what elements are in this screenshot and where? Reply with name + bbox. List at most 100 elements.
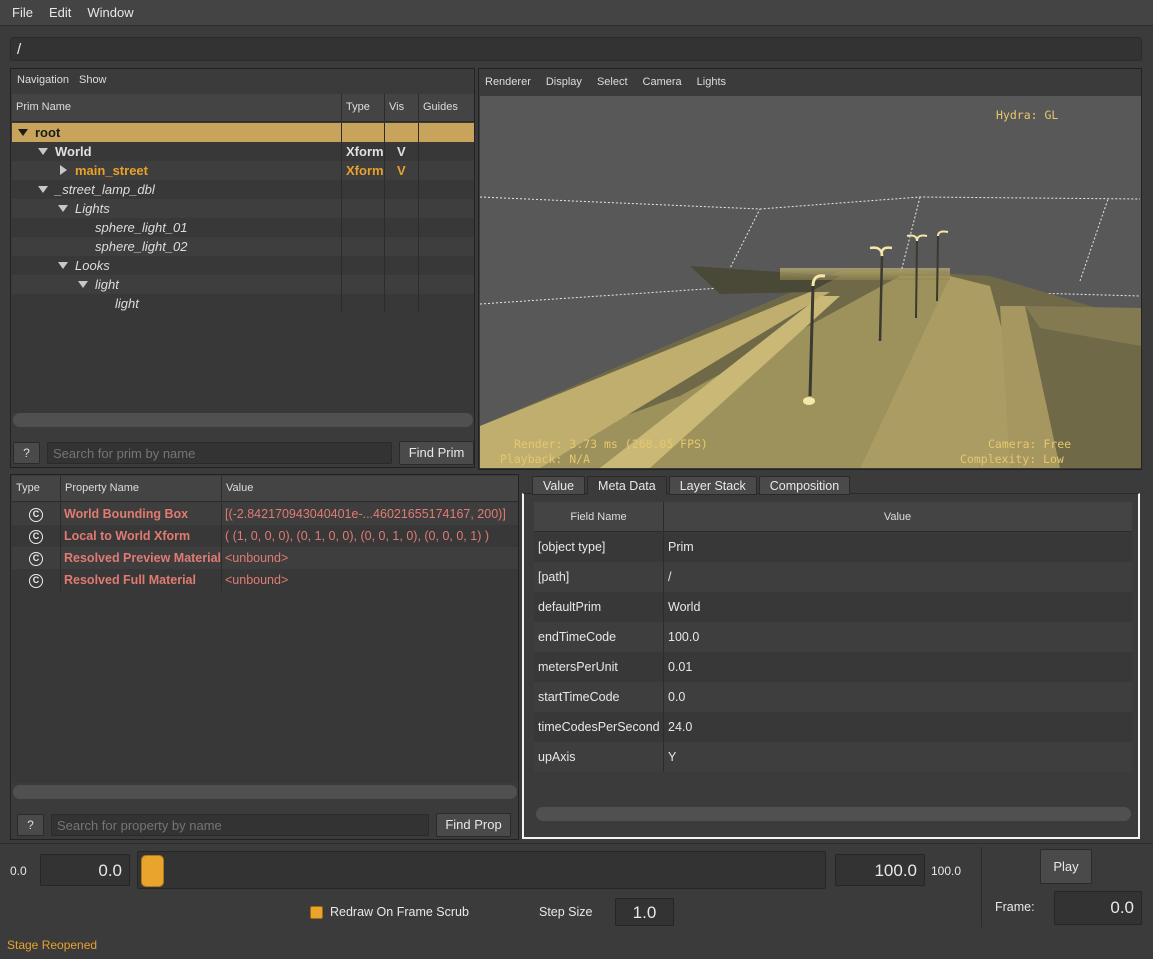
prim-search-input[interactable] [47,442,392,464]
table-row[interactable]: timeCodesPerSecond 24.0 [534,712,1132,742]
table-row[interactable]: startTimeCode 0.0 [534,682,1132,712]
tree-row-street-lamp-dbl[interactable]: _street_lamp_dbl [12,180,474,199]
property-search-input[interactable] [51,814,429,836]
property-help-button[interactable]: ? [17,814,44,836]
column-prop-type[interactable]: Type [12,476,61,501]
end-frame-field[interactable]: 100.0 [835,854,925,886]
range-start-label: 0.0 [10,864,27,878]
menu-edit[interactable]: Edit [41,5,79,20]
find-prim-button[interactable]: Find Prim [399,441,474,465]
computed-property-icon: C [29,574,43,588]
metadata-panel: Field Name Value [object type] Prim [path… [522,474,1142,840]
table-row[interactable]: C Local to World Xform ( (1, 0, 0, 0), (… [12,525,518,547]
table-row[interactable]: [object type] Prim [534,532,1132,562]
column-field-name[interactable]: Field Name [534,502,664,531]
prim-search-row: ? Find Prim [13,441,474,465]
prim-tree-scrollbar[interactable] [13,413,473,427]
column-vis[interactable]: Vis [385,94,419,121]
range-end-label: 100.0 [931,864,962,878]
viewport-panel: Renderer Display Select Camera Lights Hy… [478,68,1142,470]
computed-property-icon: C [29,530,43,544]
prim-help-button[interactable]: ? [13,442,40,464]
property-table: C World Bounding Box [(-2.84217094304040… [12,503,518,783]
current-frame-field[interactable]: 0.0 [1054,891,1142,925]
property-panel: Type Property Name Value C World Boundin… [10,474,519,840]
menu-file[interactable]: File [4,5,41,20]
hud-camera: Camera: Free [988,437,1072,451]
column-prim-name[interactable]: Prim Name [12,94,342,121]
tree-row-light-material[interactable]: light [12,275,474,294]
path-field[interactable]: / [10,37,1142,61]
expand-arrow-icon[interactable] [58,205,68,212]
computed-property-icon: C [29,508,43,522]
hud-playback: Playback: N/A [500,452,591,466]
column-type[interactable]: Type [342,94,385,121]
tree-row-looks[interactable]: Looks [12,256,474,275]
menu-show[interactable]: Show [79,74,107,86]
property-scrollbar[interactable] [13,785,517,799]
tab-value[interactable]: Value [532,476,586,495]
expand-arrow-icon[interactable] [78,281,88,288]
tree-row-lights[interactable]: Lights [12,199,474,218]
collapse-arrow-icon[interactable] [60,165,67,175]
menu-renderer[interactable]: Renderer [485,76,531,88]
tab-layer-stack[interactable]: Layer Stack [668,476,757,495]
metadata-scrollbar[interactable] [536,807,1131,821]
table-row[interactable]: C World Bounding Box [(-2.84217094304040… [12,503,518,525]
tree-row-root[interactable]: root [12,123,474,142]
play-button[interactable]: Play [1040,849,1092,884]
frame-label: Frame: [995,900,1035,914]
table-row[interactable]: metersPerUnit 0.01 [534,652,1132,682]
status-bar: Stage Reopened [7,938,98,952]
tab-composition[interactable]: Composition [758,476,851,495]
column-property-name[interactable]: Property Name [61,476,222,501]
find-prop-button[interactable]: Find Prop [436,813,511,837]
table-row[interactable]: [path] / [534,562,1132,592]
expand-arrow-icon[interactable] [18,129,28,136]
menu-display[interactable]: Display [546,76,582,88]
property-search-row: ? Find Prop [17,813,511,837]
menu-window[interactable]: Window [79,5,141,20]
frame-slider[interactable] [137,851,826,889]
frame-slider-handle[interactable] [141,855,164,887]
expand-arrow-icon[interactable] [38,186,48,193]
column-prop-value[interactable]: Value [222,476,518,501]
redraw-label: Redraw On Frame Scrub [330,905,469,919]
prim-tree-header: Prim Name Type Vis Guides [12,94,474,122]
menu-lights[interactable]: Lights [697,76,726,88]
menu-camera[interactable]: Camera [643,76,682,88]
navigation-menu-bar: Navigation Show [11,69,474,91]
expand-arrow-icon[interactable] [38,148,48,155]
table-row[interactable]: C Resolved Full Material <unbound> [12,569,518,591]
tree-row-main-street[interactable]: main_street Xform V [12,161,474,180]
metadata-header: Field Name Value [534,502,1132,532]
menu-select[interactable]: Select [597,76,628,88]
start-frame-field[interactable]: 0.0 [40,854,130,886]
redraw-checkbox[interactable] [310,906,323,919]
expand-arrow-icon[interactable] [58,262,68,269]
prim-browser-panel: Navigation Show Prim Name Type Vis Guide… [10,68,475,468]
hud-renderer: Hydra: GL [996,108,1059,122]
column-meta-value[interactable]: Value [664,502,1131,531]
menu-navigation[interactable]: Navigation [17,74,69,86]
table-row[interactable]: upAxis Y [534,742,1132,772]
tree-row-world[interactable]: World Xform V [12,142,474,161]
inspector-tabs: Value Meta Data Layer Stack Composition [532,476,852,495]
table-row[interactable]: C Resolved Preview Material <unbound> [12,547,518,569]
prim-tree: root World Xform V main_street Xform V _… [12,123,474,413]
3d-viewport[interactable]: Hydra: GL Render: 3.73 ms (268.05 FPS) P… [480,96,1141,468]
tab-meta-data[interactable]: Meta Data [587,476,667,495]
hud-render-stats: Render: 3.73 ms (268.05 FPS) [514,437,708,451]
tree-row-light-shader[interactable]: light [12,294,474,313]
column-guides[interactable]: Guides [419,94,474,121]
timeline-bar: 0.0 0.0 100.0 100.0 Redraw On Frame Scru… [0,843,1153,959]
scene-render [480,196,1141,468]
tree-row-sphere-light-02[interactable]: sphere_light_02 [12,237,474,256]
tree-row-sphere-light-01[interactable]: sphere_light_01 [12,218,474,237]
step-size-field[interactable]: 1.0 [615,898,674,926]
table-row[interactable]: defaultPrim World [534,592,1132,622]
step-size-label: Step Size [539,905,593,919]
viewport-menu-bar: Renderer Display Select Camera Lights [479,71,1141,93]
computed-property-icon: C [29,552,43,566]
table-row[interactable]: endTimeCode 100.0 [534,622,1132,652]
